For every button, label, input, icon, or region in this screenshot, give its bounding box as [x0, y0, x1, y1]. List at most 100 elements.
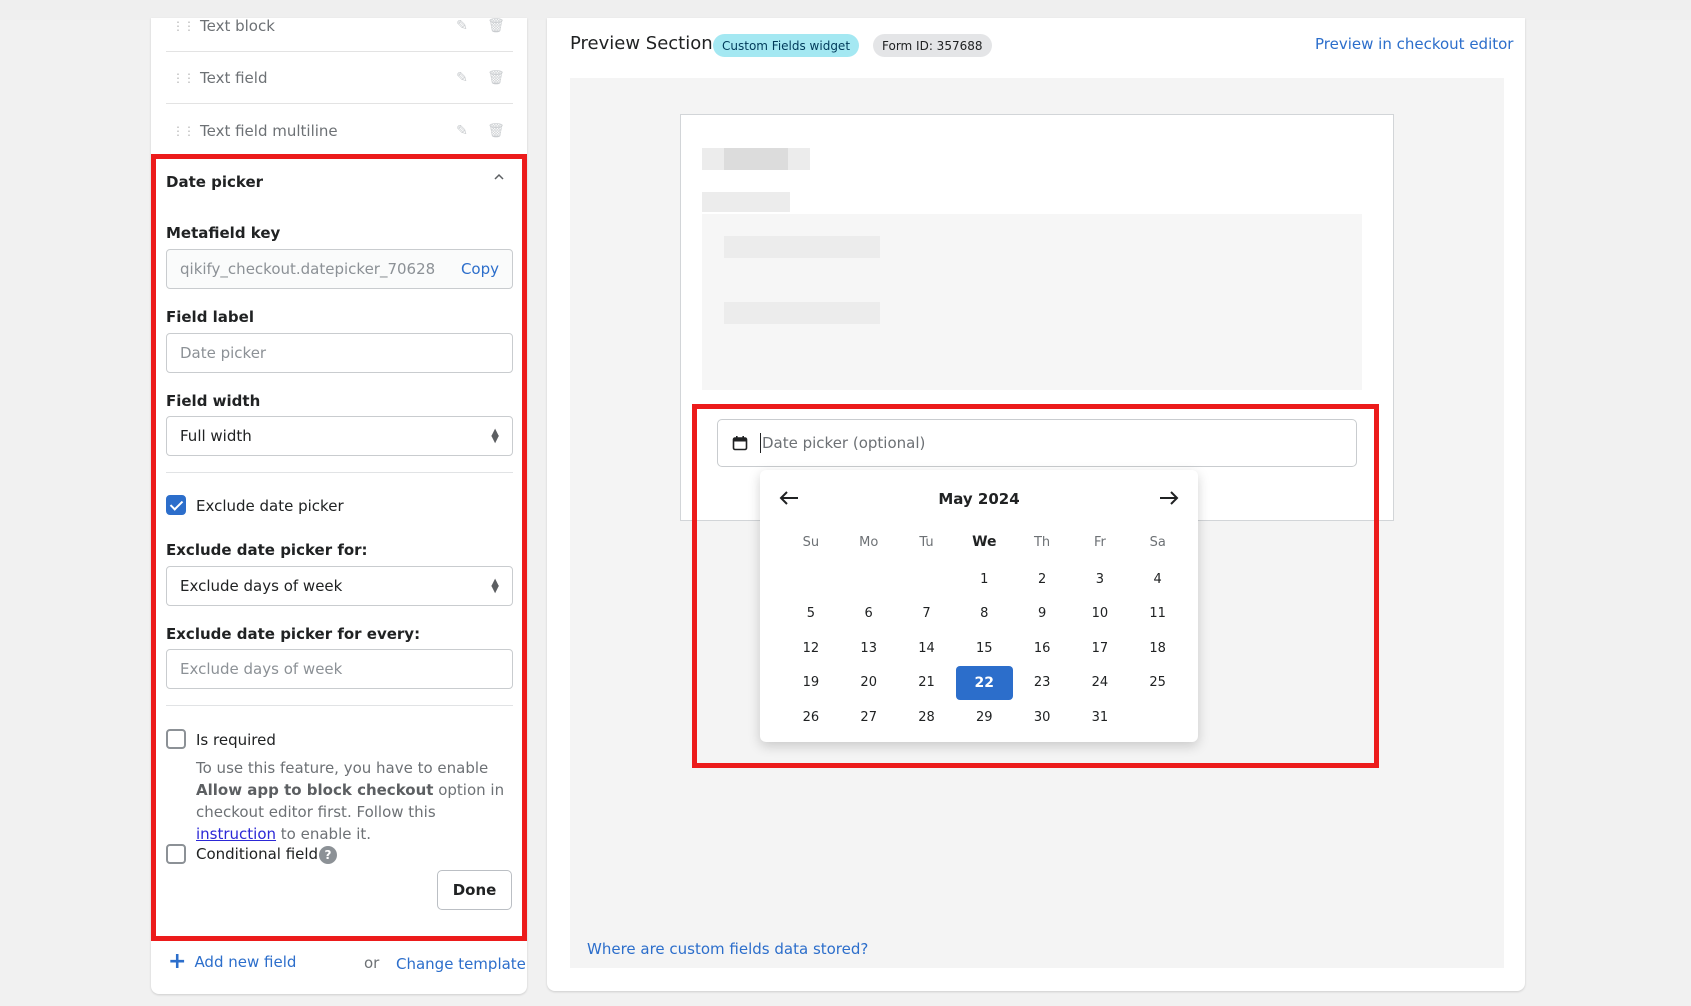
weekday-label: Tu [919, 534, 934, 550]
calendar-day[interactable]: 25 [1129, 666, 1187, 701]
calendar-day[interactable]: 16 [1013, 631, 1071, 666]
copy-button[interactable]: Copy [461, 260, 499, 278]
calendar-day[interactable]: 4 [1129, 562, 1187, 597]
calendar-day-empty [840, 562, 898, 597]
field-width-select[interactable]: Full width ▲ ▼ [166, 416, 513, 456]
where-custom-fields-stored-link[interactable]: Where are custom fields data stored? [587, 940, 868, 958]
is-required-checkbox[interactable] [166, 729, 186, 749]
calendar-week-row: 5 6 7 8 9 10 11 [782, 597, 1187, 632]
calendar-day[interactable]: 2 [1013, 562, 1071, 597]
calendar-day[interactable]: 28 [898, 700, 956, 735]
or-separator: or [364, 954, 380, 972]
calendar-week-row: 26 27 28 29 30 31 [782, 700, 1187, 735]
calendar-week-row: 1 2 3 4 [782, 562, 1187, 597]
calendar-day[interactable]: 6 [840, 597, 898, 632]
field-width-label: Field width [166, 392, 261, 410]
exclude-every-label: Exclude date picker for every: [166, 625, 421, 643]
calendar-week-row: 12 13 14 15 16 17 18 [782, 631, 1187, 666]
plus-icon: + [168, 949, 187, 974]
calendar-popup: May 2024 Su Mo Tu We Th Fr Sa 1 2 3 4 5 … [760, 470, 1198, 742]
calendar-day[interactable]: 1 [955, 562, 1013, 597]
calendar-day[interactable]: 9 [1013, 597, 1071, 632]
calendar-icon [732, 436, 748, 451]
edit-icon[interactable]: ✎ [445, 70, 479, 86]
exclude-for-label: Exclude date picker for: [166, 541, 368, 559]
field-width-value: Full width [180, 427, 252, 445]
date-picker-section-title: Date picker [166, 173, 264, 191]
date-picker-input[interactable]: Date picker (optional) [717, 419, 1357, 467]
calendar-day[interactable]: 21 [898, 666, 956, 701]
date-picker-placeholder: Date picker (optional) [762, 434, 926, 452]
calendar-day[interactable]: 19 [782, 666, 840, 701]
calendar-day[interactable]: 12 [782, 631, 840, 666]
weekday-label: Fr [1093, 534, 1106, 550]
calendar-day[interactable]: 15 [955, 631, 1013, 666]
is-required-help-text: To use this feature, you have to enable … [196, 759, 505, 843]
edit-icon[interactable]: ✎ [445, 18, 479, 34]
divider [166, 705, 513, 706]
calendar-day[interactable]: 18 [1129, 631, 1187, 666]
calendar-day[interactable]: 11 [1129, 597, 1187, 632]
add-new-field-label: Add new field [194, 953, 297, 971]
calendar-day[interactable]: 14 [898, 631, 956, 666]
weekday-label-today: We [972, 534, 997, 550]
calendar-day-empty [1129, 700, 1187, 735]
blurred-content [724, 236, 880, 258]
trash-icon[interactable]: 🗑 [479, 18, 513, 34]
metafield-key-value: qikify_checkout.datepicker_70628 [180, 260, 436, 278]
exclude-for-select[interactable]: Exclude days of week ▲ ▼ [166, 566, 513, 606]
weekday-header-row: Su Mo Tu We Th Fr Sa [782, 522, 1187, 562]
chevron-up-icon[interactable] [493, 171, 505, 183]
exclude-date-picker-checkbox[interactable] [166, 495, 186, 515]
field-row-label: Text block [200, 16, 275, 35]
trash-icon[interactable]: 🗑 [479, 70, 513, 86]
preview-in-checkout-editor-link[interactable]: Preview in checkout editor [1315, 35, 1513, 53]
calendar-day[interactable]: 5 [782, 597, 840, 632]
preview-section-title: Preview Section [570, 33, 713, 54]
edit-icon[interactable]: ✎ [445, 123, 479, 139]
calendar-day[interactable]: 31 [1071, 700, 1129, 735]
done-button[interactable]: Done [437, 870, 512, 910]
exclude-for-value: Exclude days of week [180, 577, 343, 595]
field-row-text-field-multiline[interactable]: ⋮⋮ Text field multiline ✎ 🗑 [166, 105, 513, 157]
drag-handle-icon[interactable]: ⋮⋮ [166, 124, 200, 138]
field-label-label: Field label [166, 308, 254, 326]
field-row-text-field[interactable]: ⋮⋮ Text field ✎ 🗑 [166, 52, 513, 104]
calendar-day[interactable]: 29 [955, 700, 1013, 735]
drag-handle-icon[interactable]: ⋮⋮ [166, 19, 200, 33]
select-arrows-icon: ▲ ▼ [491, 577, 499, 595]
calendar-day[interactable]: 7 [898, 597, 956, 632]
field-label-input[interactable]: Date picker [166, 333, 513, 373]
trash-icon[interactable]: 🗑 [479, 123, 513, 139]
calendar-day[interactable]: 17 [1071, 631, 1129, 666]
arrow-right-icon[interactable] [1158, 490, 1180, 506]
exclude-date-picker-label: Exclude date picker [196, 497, 344, 515]
calendar-day-selected[interactable]: 22 [955, 665, 1013, 701]
form-id-badge: Form ID: 357688 [873, 34, 992, 57]
calendar-day[interactable]: 3 [1071, 562, 1129, 597]
calendar-day[interactable]: 26 [782, 700, 840, 735]
calendar-day[interactable]: 27 [840, 700, 898, 735]
calendar-day[interactable]: 23 [1013, 666, 1071, 701]
exclude-every-placeholder: Exclude days of week [180, 660, 343, 678]
calendar-day[interactable]: 10 [1071, 597, 1129, 632]
calendar-day[interactable]: 30 [1013, 700, 1071, 735]
blurred-content [724, 302, 880, 324]
calendar-day[interactable]: 13 [840, 631, 898, 666]
calendar-day[interactable]: 8 [955, 597, 1013, 632]
weekday-label: Sa [1149, 534, 1166, 550]
field-row-text-block[interactable]: ⋮⋮ Text block ✎ 🗑 [166, 0, 513, 52]
exclude-every-input[interactable]: Exclude days of week [166, 649, 513, 689]
instruction-link[interactable]: instruction [196, 825, 276, 843]
help-icon[interactable]: ? [319, 846, 337, 864]
conditional-field-checkbox[interactable] [166, 844, 186, 864]
metafield-key-field[interactable]: qikify_checkout.datepicker_70628 Copy [166, 249, 513, 289]
calendar-grid: Su Mo Tu We Th Fr Sa 1 2 3 4 5 6 7 8 9 1… [782, 522, 1187, 735]
field-row-label: Text field multiline [200, 122, 338, 140]
change-template-link[interactable]: Change template [396, 955, 526, 973]
calendar-day[interactable]: 24 [1071, 666, 1129, 701]
widget-type-badge: Custom Fields widget [713, 34, 860, 57]
calendar-day[interactable]: 20 [840, 666, 898, 701]
drag-handle-icon[interactable]: ⋮⋮ [166, 71, 200, 85]
add-new-field-button[interactable]: + Add new field [168, 949, 297, 974]
